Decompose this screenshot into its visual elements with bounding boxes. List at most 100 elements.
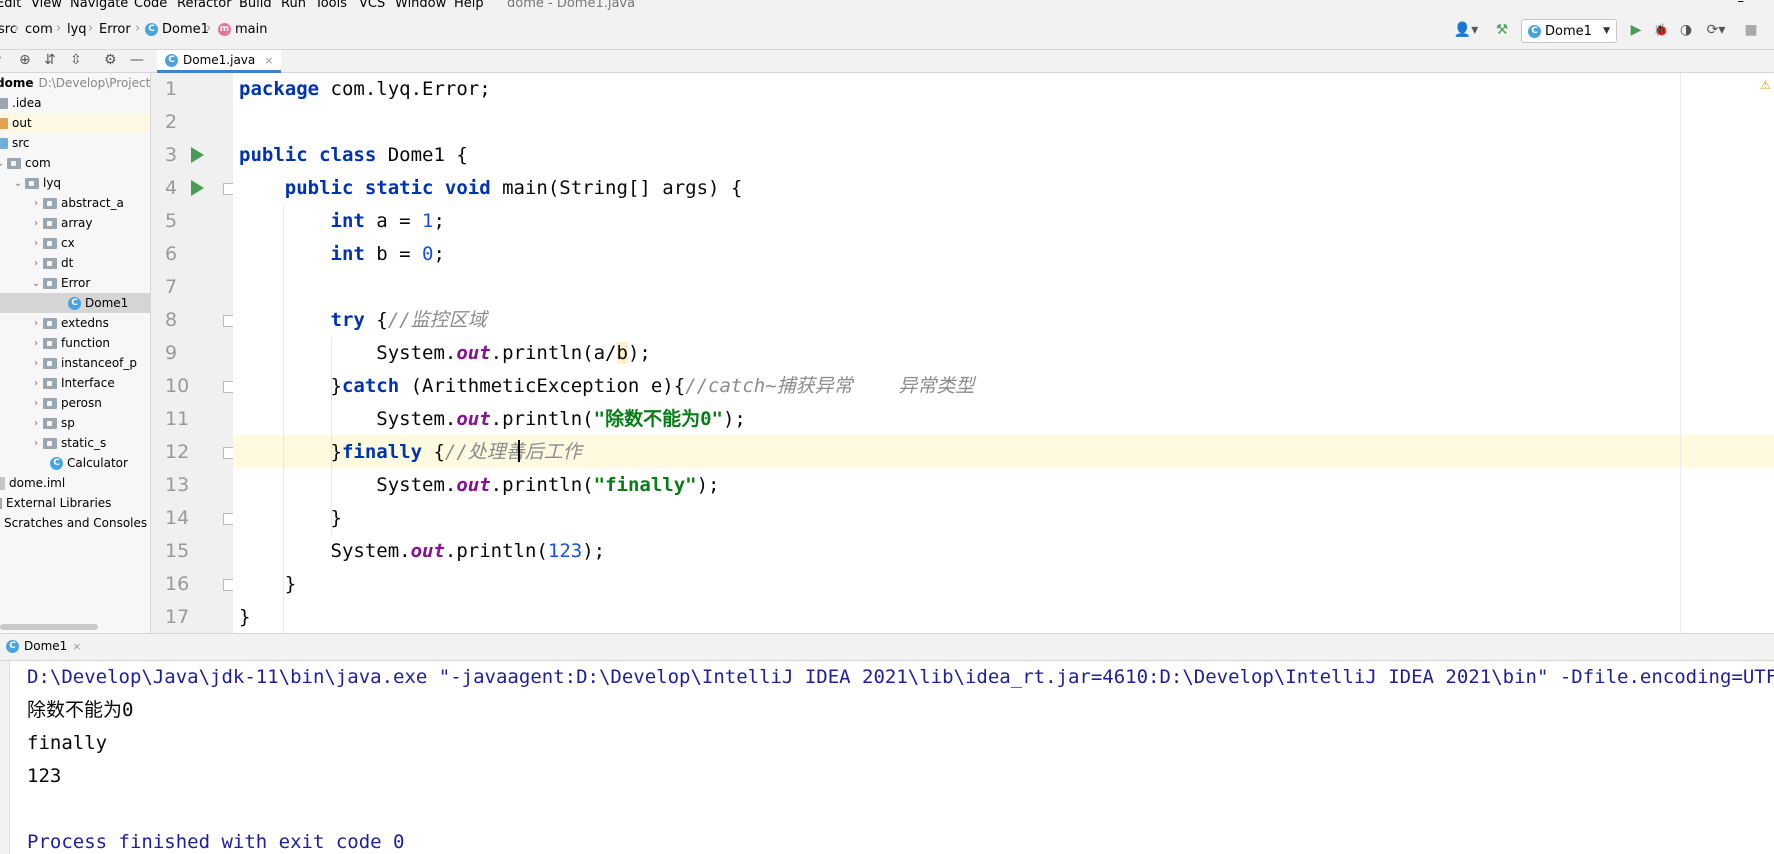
package-icon bbox=[43, 257, 57, 269]
run-configuration-label: Dome1 bbox=[1545, 23, 1592, 39]
tree-item-label: cx bbox=[61, 236, 75, 250]
tree-item-extedns[interactable]: › extedns bbox=[0, 313, 150, 333]
gear-icon[interactable]: ⚙ bbox=[104, 52, 117, 68]
breadcrumb-main[interactable]: m main bbox=[218, 22, 267, 37]
tree-item-perosn[interactable]: › perosn bbox=[0, 393, 150, 413]
tree-item-dome-iml[interactable]: dome.iml bbox=[0, 473, 150, 493]
chevron-right-icon[interactable]: › bbox=[29, 318, 43, 329]
chevron-right-icon[interactable]: › bbox=[29, 338, 43, 349]
tree-item-static-s[interactable]: › static_s bbox=[0, 433, 150, 453]
tree-item-src[interactable]: src bbox=[0, 133, 150, 153]
chevron-right-icon[interactable]: › bbox=[29, 198, 43, 209]
chevron-down-icon: ▼ bbox=[1603, 26, 1610, 36]
code-keyword: finally bbox=[341, 441, 423, 463]
chevron-right-icon[interactable]: › bbox=[29, 258, 43, 269]
close-icon[interactable]: × bbox=[264, 54, 273, 67]
hide-icon[interactable]: — bbox=[130, 52, 144, 68]
tree-item-label: .idea bbox=[12, 96, 42, 110]
dropdown-arrow-icon[interactable]: ▾ bbox=[0, 52, 1, 68]
profile-icon[interactable]: ⟳▾ bbox=[1701, 20, 1731, 40]
tree-item-scratches[interactable]: Scratches and Consoles bbox=[0, 513, 150, 533]
breadcrumb-dome1[interactable]: C Dome1 bbox=[145, 22, 209, 37]
menu-edit[interactable]: Edit bbox=[0, 0, 21, 11]
debug-icon[interactable]: 🐞 bbox=[1651, 20, 1671, 40]
code-text: ; bbox=[433, 243, 445, 265]
run-main-icon[interactable] bbox=[191, 180, 204, 196]
run-class-icon[interactable] bbox=[191, 147, 204, 163]
tree-item-dome1[interactable]: C Dome1 bbox=[0, 293, 150, 313]
tree-item-array[interactable]: › array bbox=[0, 213, 150, 233]
chevron-right-icon[interactable]: › bbox=[29, 238, 43, 249]
menu-refactor[interactable]: Refactor bbox=[177, 0, 232, 11]
locate-icon[interactable]: ⊕ bbox=[19, 52, 31, 68]
chevron-down-icon[interactable]: ⌄ bbox=[11, 178, 25, 189]
breadcrumb-lyq[interactable]: lyq bbox=[67, 22, 87, 37]
coverage-icon[interactable]: ◑ bbox=[1676, 20, 1696, 40]
tree-item-abstract-a[interactable]: › abstract_a bbox=[0, 193, 150, 213]
menu-tools[interactable]: Tools bbox=[315, 0, 347, 11]
tree-item-external-libraries[interactable]: External Libraries bbox=[0, 493, 150, 513]
tree-item-out[interactable]: out bbox=[0, 113, 150, 133]
tree-item-error[interactable]: ⌄ Error bbox=[0, 273, 150, 293]
breadcrumb-error[interactable]: Error bbox=[99, 22, 131, 37]
menu-vcs[interactable]: VCS bbox=[359, 0, 385, 11]
menu-window[interactable]: Window bbox=[395, 0, 446, 11]
chevron-right-icon[interactable]: › bbox=[29, 378, 43, 389]
horizontal-scrollbar[interactable] bbox=[0, 624, 98, 630]
code-line-10: }catch (ArithmeticException e){//catch~捕… bbox=[239, 370, 975, 403]
package-icon bbox=[43, 377, 57, 389]
stop-icon[interactable]: ■ bbox=[1741, 20, 1761, 40]
chevron-down-icon[interactable]: ⌄ bbox=[0, 158, 7, 169]
chevron-right-icon[interactable]: › bbox=[29, 418, 43, 429]
tree-item-label: External Libraries bbox=[6, 496, 112, 510]
code-editor[interactable]: package com.lyq.Error; public class Dome… bbox=[233, 73, 1774, 633]
console-output[interactable]: D:\Develop\Java\jdk-11\bin\java.exe "-ja… bbox=[10, 661, 1774, 854]
tab-run-dome1[interactable]: C Dome1 × bbox=[0, 639, 88, 653]
expand-all-icon[interactable]: ⇵ bbox=[44, 52, 56, 68]
tree-item-instanceof-p[interactable]: › instanceof_p bbox=[0, 353, 150, 373]
code-text: System. bbox=[239, 408, 457, 430]
user-icon[interactable]: 👤▾ bbox=[1451, 20, 1481, 40]
menu-build[interactable]: Build bbox=[239, 0, 272, 11]
close-icon[interactable]: × bbox=[72, 640, 81, 653]
chevron-right-icon[interactable]: › bbox=[29, 438, 43, 449]
collapse-all-icon[interactable]: ⇳ bbox=[70, 52, 82, 68]
code-comment: //catch~捕获异常 异常类型 bbox=[685, 375, 975, 397]
breadcrumb-com[interactable]: com bbox=[25, 22, 53, 37]
tree-item-function[interactable]: › function bbox=[0, 333, 150, 353]
console-line: 除数不能为0 bbox=[27, 699, 134, 721]
tree-item-label: perosn bbox=[61, 396, 102, 410]
minimize-button[interactable]: – bbox=[1738, 0, 1745, 9]
tab-dome1-java[interactable]: C Dome1.java × bbox=[157, 50, 282, 73]
file-icon bbox=[0, 476, 5, 490]
code-number: 123 bbox=[547, 540, 583, 562]
menu-run[interactable]: Run bbox=[281, 0, 306, 11]
tree-item-idea[interactable]: .idea bbox=[0, 93, 150, 113]
tree-item-cx[interactable]: › cx bbox=[0, 233, 150, 253]
tree-item-sp[interactable]: › sp bbox=[0, 413, 150, 433]
menu-view[interactable]: View bbox=[31, 0, 62, 11]
tree-item-root[interactable]: dome D:\Develop\Projects bbox=[0, 73, 150, 93]
run-configuration-selector[interactable]: C Dome1 ▼ bbox=[1521, 19, 1617, 43]
code-line-8: try {//监控区域 bbox=[239, 304, 487, 337]
code-field: out bbox=[410, 540, 445, 562]
menu-help[interactable]: Help bbox=[454, 0, 484, 11]
run-icon[interactable]: ▶ bbox=[1626, 20, 1646, 40]
tree-item-com[interactable]: ⌄ com bbox=[0, 153, 150, 173]
chevron-right-icon[interactable]: › bbox=[29, 398, 43, 409]
menu-navigate[interactable]: Navigate bbox=[70, 0, 128, 11]
tree-item-lyq[interactable]: ⌄ lyq bbox=[0, 173, 150, 193]
window-title: dome - Dome1.java bbox=[507, 0, 636, 11]
breadcrumb-separator: › bbox=[135, 21, 141, 36]
menu-code[interactable]: Code bbox=[134, 0, 167, 11]
chevron-right-icon[interactable]: › bbox=[29, 218, 43, 229]
tree-item-interface[interactable]: › Interface bbox=[0, 373, 150, 393]
chevron-right-icon[interactable]: › bbox=[29, 358, 43, 369]
tree-item-dt[interactable]: › dt bbox=[0, 253, 150, 273]
line-number: 10 bbox=[165, 375, 190, 397]
warning-icon[interactable]: ⚠ bbox=[1760, 78, 1771, 92]
tree-item-calculator[interactable]: C Calculator bbox=[0, 453, 150, 473]
build-icon[interactable]: ⚒ bbox=[1492, 20, 1512, 40]
tree-item-label: Dome1 bbox=[85, 296, 129, 310]
chevron-down-icon[interactable]: ⌄ bbox=[29, 278, 43, 289]
